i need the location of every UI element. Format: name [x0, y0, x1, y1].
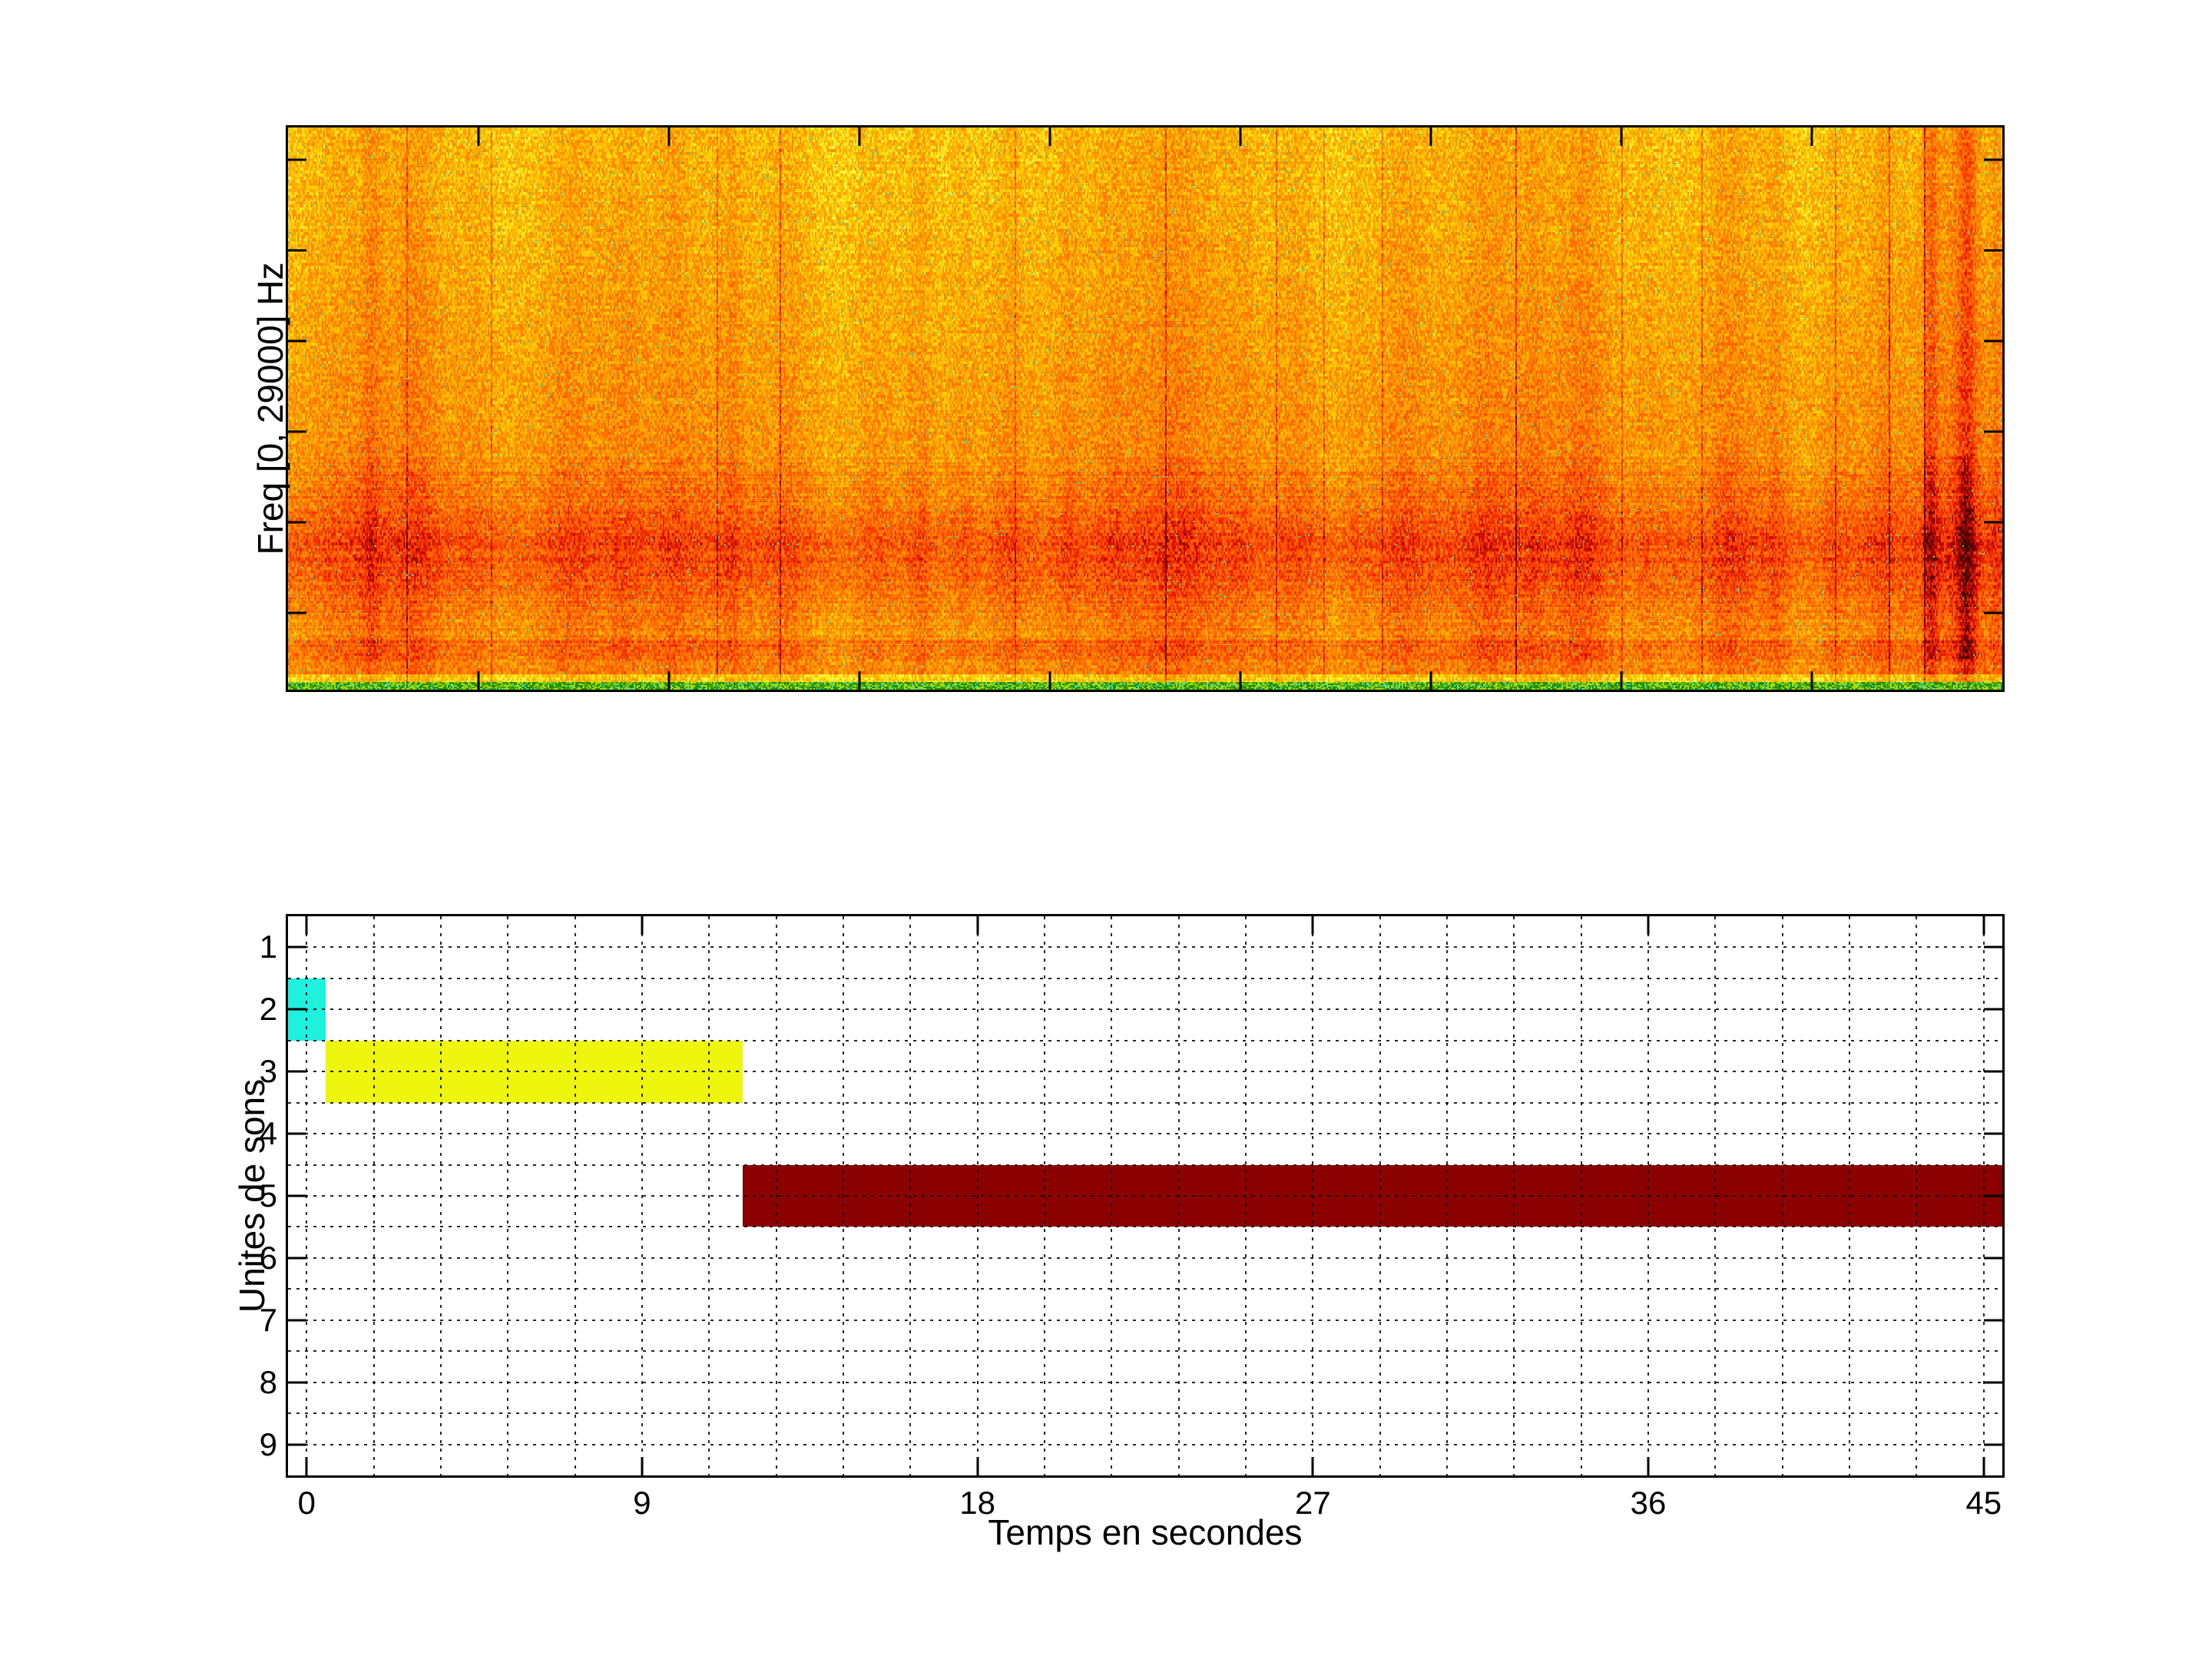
y-grid-line: [288, 1071, 2002, 1072]
x-tick: [976, 1457, 979, 1475]
x-tick-label: 18: [959, 1485, 995, 1522]
y-tick-label: 9: [260, 1426, 277, 1463]
y-tick: [288, 1381, 306, 1383]
x-tick: [1240, 127, 1242, 146]
x-tick: [1312, 1457, 1314, 1475]
x-tick: [1982, 1457, 1985, 1475]
figure-canvas: Freq [0, 29000] Hz Unites de sons Temps …: [0, 0, 2212, 1659]
y-tick-label: 4: [260, 1115, 277, 1152]
y-grid-line: [288, 1195, 2002, 1197]
x-tick: [1982, 916, 1985, 935]
y-tick: [1984, 250, 2002, 252]
x-tick: [641, 916, 643, 935]
x-tick: [1430, 671, 1432, 690]
x-tick: [1240, 671, 1242, 690]
x-tick: [1621, 127, 1623, 146]
y-tick: [288, 1257, 306, 1259]
x-tick: [1621, 671, 1623, 690]
x-tick: [1312, 916, 1314, 935]
y-tick: [288, 1443, 306, 1445]
x-tick-label: 9: [633, 1485, 651, 1522]
units-plot: [286, 914, 2005, 1478]
x-tick: [478, 671, 480, 690]
y-tick: [1984, 1319, 2002, 1321]
y-tick: [1984, 1071, 2002, 1073]
y-tick: [1984, 1195, 2002, 1197]
x-tick: [976, 916, 979, 935]
y-tick: [1984, 159, 2002, 161]
y-tick: [1984, 431, 2002, 433]
y-tick: [1984, 946, 2002, 949]
y-grid-line: [288, 1226, 2002, 1227]
y-tick: [1984, 1443, 2002, 1445]
y-grid-line: [288, 1288, 2002, 1290]
x-tick: [1811, 127, 1813, 146]
spectrogram-canvas: [288, 127, 2002, 690]
x-tick: [1430, 127, 1432, 146]
x-tick: [478, 127, 480, 146]
y-tick: [1984, 521, 2002, 523]
y-grid-line: [288, 1102, 2002, 1104]
y-grid-line: [288, 1382, 2002, 1383]
x-tick-label: 45: [1965, 1485, 2002, 1522]
x-tick-label: 36: [1631, 1485, 1667, 1522]
x-tick: [306, 1457, 308, 1475]
spectrogram-ylabel: Freq [0, 29000] Hz: [250, 263, 291, 555]
y-tick: [288, 250, 306, 252]
y-tick-label: 8: [260, 1364, 277, 1401]
x-tick: [1647, 916, 1650, 935]
y-tick-label: 3: [260, 1053, 277, 1090]
y-tick: [1984, 1008, 2002, 1011]
y-tick-label: 6: [260, 1240, 277, 1277]
y-grid-line: [288, 1164, 2002, 1166]
y-tick-label: 7: [260, 1302, 277, 1339]
y-grid-line: [288, 1444, 2002, 1445]
y-grid-line: [288, 1008, 2002, 1010]
y-tick: [1984, 1381, 2002, 1383]
y-tick: [1984, 1133, 2002, 1135]
y-grid-line: [288, 1257, 2002, 1259]
x-tick-label: 0: [298, 1485, 316, 1522]
x-tick: [1647, 1457, 1650, 1475]
x-tick: [1811, 671, 1813, 690]
x-tick: [306, 916, 308, 935]
y-tick: [288, 946, 306, 949]
y-grid-line: [288, 1040, 2002, 1041]
x-tick: [859, 671, 861, 690]
x-tick-label: 27: [1295, 1485, 1331, 1522]
y-tick: [1984, 611, 2002, 614]
y-tick: [288, 1008, 306, 1011]
y-tick-label: 2: [260, 991, 277, 1028]
y-grid-line: [288, 1412, 2002, 1414]
y-grid-line: [288, 946, 2002, 948]
y-tick: [288, 1071, 306, 1073]
y-tick: [288, 611, 306, 614]
y-tick-label: 1: [260, 929, 277, 965]
y-grid-line: [288, 1350, 2002, 1352]
x-tick: [668, 671, 671, 690]
x-tick: [1049, 127, 1051, 146]
y-tick: [288, 1319, 306, 1321]
y-grid-line: [288, 1320, 2002, 1321]
spectrogram-plot: [286, 125, 2005, 692]
y-tick: [288, 1133, 306, 1135]
y-tick-label: 5: [260, 1177, 277, 1214]
x-tick: [668, 127, 671, 146]
y-tick: [288, 159, 306, 161]
time-xlabel: Temps en secondes: [988, 1512, 1302, 1553]
y-grid-line: [288, 1133, 2002, 1134]
x-tick: [1049, 671, 1051, 690]
y-tick: [288, 1195, 306, 1197]
y-tick: [1984, 1257, 2002, 1259]
y-tick: [1984, 340, 2002, 343]
y-grid-line: [288, 978, 2002, 979]
x-tick: [859, 127, 861, 146]
x-tick: [641, 1457, 643, 1475]
